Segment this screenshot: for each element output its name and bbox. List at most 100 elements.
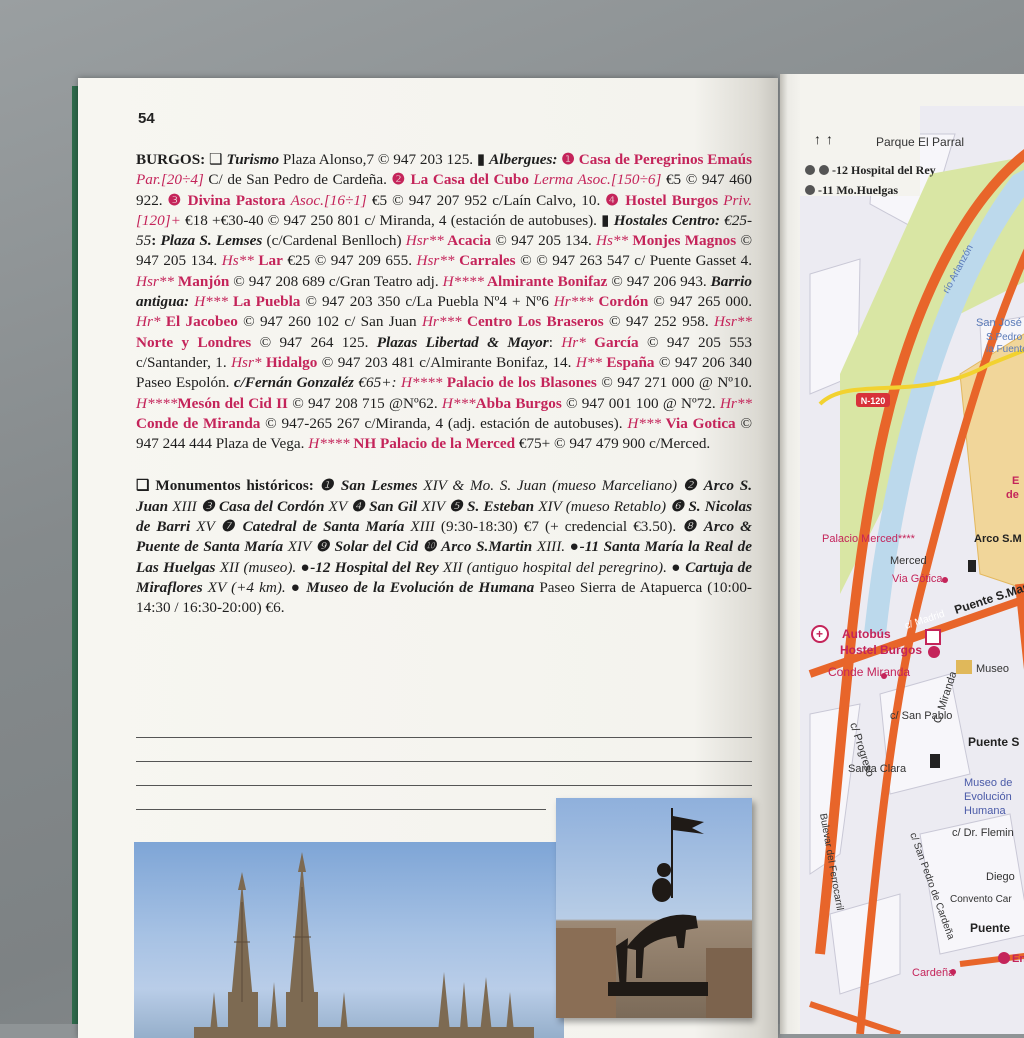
text-run: XIII xyxy=(404,518,435,536)
text-run: €75+ © 947 479 900 c/Merced. xyxy=(515,435,711,453)
text-run: Hr* xyxy=(561,333,586,351)
accommodation-paragraph: BURGOS: ❑ Turismo Plaza Alonso,7 © 947 2… xyxy=(136,150,752,454)
text-run: Mesón del Cid II xyxy=(177,394,288,412)
text-run: €18 +€30-40 © 947 250 801 c/ Miranda, 4 … xyxy=(180,211,614,229)
monuments-paragraph: ❑ Monumentos históricos: ❶ San Lesmes XI… xyxy=(136,476,752,618)
city-map: N-120 ↑ ↑ -12 Hospital del Rey -11 Mo.Hu… xyxy=(800,74,1024,1034)
text-run: ❾ Solar del Cid ❿ Arco S.Martin xyxy=(315,538,533,556)
text-run: XIII. xyxy=(532,538,570,556)
map-label: c/ San Pablo xyxy=(890,710,952,722)
text-run: Albergues: xyxy=(489,151,562,168)
text-run: Plaza S. Lemses xyxy=(160,232,263,250)
text-run: © 947 252 958. xyxy=(603,313,715,331)
text-run: © 947 205 134. xyxy=(491,232,597,250)
text-run: © 947 203 481 c/Almirante Bonifaz, 14. xyxy=(317,353,576,371)
text-run: Hidalgo xyxy=(261,353,318,371)
map-label: En xyxy=(1012,953,1024,965)
text-run: Manjón xyxy=(173,272,230,290)
text-run: © 947 208 715 @Nº62. xyxy=(287,394,442,412)
text-run: © 947 264 125. xyxy=(251,333,377,351)
text-run: XV xyxy=(324,497,351,515)
text-run: Hr*** xyxy=(553,293,594,311)
map-label: Via Gótica xyxy=(892,573,943,585)
text-run: ●-12 Hospital del Rey xyxy=(300,558,439,576)
left-page: 54 BURGOS: ❑ Turismo Plaza Alonso,7 © 94… xyxy=(78,78,778,1038)
road-n120-label: N-120 xyxy=(861,396,886,406)
text-run: ▮ xyxy=(476,151,490,168)
text-run: H** xyxy=(575,353,602,371)
text-run: Asoc.[16÷1] xyxy=(290,191,367,209)
svg-text:↑: ↑ xyxy=(826,133,833,148)
note-line xyxy=(136,738,752,762)
map-label: Humana xyxy=(964,805,1006,817)
map-label: la Fuente xyxy=(986,344,1024,355)
page-number: 54 xyxy=(138,110,155,127)
text-run: La Puebla xyxy=(227,293,301,311)
map-label: Museo xyxy=(976,663,1009,675)
text-run: Lerma Asoc.[150÷6] xyxy=(533,171,662,189)
map-label: Evolución xyxy=(964,791,1012,803)
text-run: Lar xyxy=(253,252,283,270)
hotel-dot-icon xyxy=(942,577,948,583)
map-label: de xyxy=(1006,489,1019,501)
text-run: €25 © 947 209 655. xyxy=(282,252,417,270)
el-cid-statue-photo xyxy=(556,798,752,1018)
text-run: ❸ Divina Pastora xyxy=(167,191,291,209)
svg-text:+: + xyxy=(816,627,823,641)
text-run: España xyxy=(602,353,655,371)
text-run: Hsr* xyxy=(231,353,262,371)
text-run: Hsr** xyxy=(714,313,752,331)
text-run: XIII xyxy=(168,497,201,515)
text-run: XIV (mueso Retablo) xyxy=(534,497,671,515)
text-run: Palacio de los Blasones xyxy=(442,374,597,392)
cathedral-photo xyxy=(134,842,564,1038)
svg-text:↑: ↑ xyxy=(814,133,821,148)
albergue-number-icon xyxy=(998,952,1010,964)
text-run: : xyxy=(151,232,161,250)
text-run: ❶ San Lesmes xyxy=(319,477,418,495)
note-lines xyxy=(136,714,752,810)
text-run: XV (+4 km). xyxy=(202,578,291,596)
text-run: © 947-265 267 c/Miranda, 4 (adj. estació… xyxy=(260,414,628,432)
text-run: (c/Cardenal Benlloch) xyxy=(262,232,406,250)
text-run: XV xyxy=(190,518,221,536)
text-run: BURGOS: xyxy=(136,151,210,168)
map-label: San José xyxy=(976,317,1022,329)
text-run: © 947 206 943. xyxy=(607,272,711,290)
text-run: XII (antiguo hospital del peregrino). xyxy=(438,558,672,576)
map-label: Diego xyxy=(986,871,1015,883)
text-run: © 947 203 350 c/La Puebla Nº4 + Nº6 xyxy=(300,293,554,311)
text-run: ❹ San Gil xyxy=(351,497,418,515)
text-run: © 947 271 000 @ Nº10. xyxy=(596,374,752,392)
hotel-dot-icon xyxy=(950,969,956,975)
text-run: El Jacobeo xyxy=(160,313,238,331)
map-label: Parque El Parral xyxy=(876,135,964,149)
text-run: Turismo xyxy=(226,151,280,168)
text-run: Acacia xyxy=(443,232,492,250)
text-run: Hs** xyxy=(221,252,254,270)
text-run: Via Gotica xyxy=(661,414,736,432)
map-label: E xyxy=(1012,475,1019,487)
map-label: Autobús xyxy=(842,627,891,641)
map-label: S.Pedro xyxy=(986,332,1023,343)
text-run: Hsr** xyxy=(136,272,174,290)
text-run: ❷ La Casa del Cubo xyxy=(391,171,534,189)
text-run: ● Museo de la Evolución de Humana xyxy=(290,578,535,596)
text-run: Par.[20÷4] xyxy=(136,171,204,189)
guide-text: BURGOS: ❑ Turismo Plaza Alonso,7 © 947 2… xyxy=(136,150,752,619)
text-run: Hsr** xyxy=(416,252,455,270)
text-run: H**** xyxy=(442,272,484,290)
text-run: Abba Burgos xyxy=(475,394,562,412)
map-label: Hostel Burgos xyxy=(840,643,922,657)
text-run: García xyxy=(585,333,639,351)
text-run: Hostales Centro: xyxy=(613,211,725,229)
text-run: H**** xyxy=(136,394,178,412)
text-run: (9:30-18:30) €7 (+ credencial €3.50). xyxy=(434,518,683,536)
legend-hospital: -12 Hospital del Rey xyxy=(832,163,936,177)
map-label: Puente xyxy=(970,921,1010,935)
map-label: Conde Miranda xyxy=(828,665,910,679)
legend-huelgas: -11 Mo.Huelgas xyxy=(818,183,898,197)
church-icon xyxy=(968,560,976,572)
note-line xyxy=(136,714,752,738)
map-label: c/ Dr. Flemin xyxy=(952,827,1014,839)
